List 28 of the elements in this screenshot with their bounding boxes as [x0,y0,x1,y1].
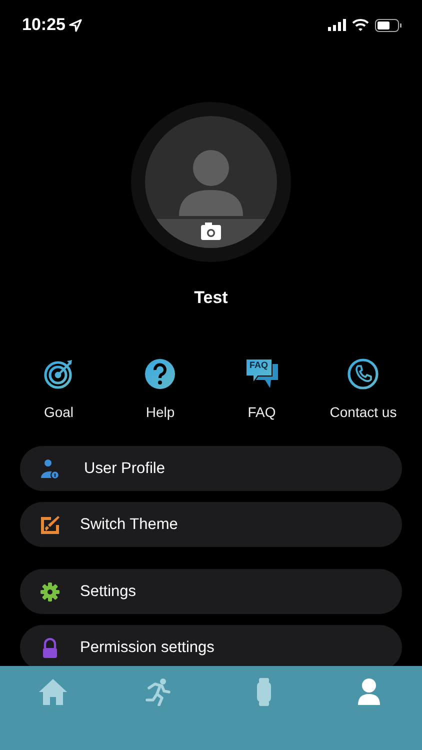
menu-row[interactable]: Switch Theme [20,502,402,547]
tab-button[interactable] [145,678,172,706]
signal-icon [328,19,346,31]
menu-row[interactable]: Settings [20,569,402,614]
shortcut-button[interactable]: Help [110,358,211,420]
tab-button[interactable] [256,678,272,706]
user-name: Test [194,288,228,308]
person-icon [357,678,382,706]
watch-icon [256,678,272,706]
person-info-icon [40,458,60,478]
battery-icon [375,18,402,32]
tab-button[interactable] [357,678,382,706]
tab-button[interactable] [38,678,68,706]
target-icon [42,358,75,390]
menu-row[interactable]: User Profile [20,446,402,491]
location-arrow-icon [69,18,82,32]
shortcut-button[interactable]: FAQ FAQ [211,358,312,420]
status-time: 10:25 [22,15,66,35]
gear-icon [40,582,60,602]
paint-brush-icon [40,514,60,534]
shortcut-button[interactable]: Goal [8,358,110,420]
phone-icon [347,358,380,390]
home-icon [38,678,68,706]
lock-icon [40,638,60,658]
help-icon [144,358,176,390]
shortcut-button[interactable]: Contact us [312,358,414,420]
wifi-icon [352,19,369,31]
running-person-icon [145,678,172,706]
